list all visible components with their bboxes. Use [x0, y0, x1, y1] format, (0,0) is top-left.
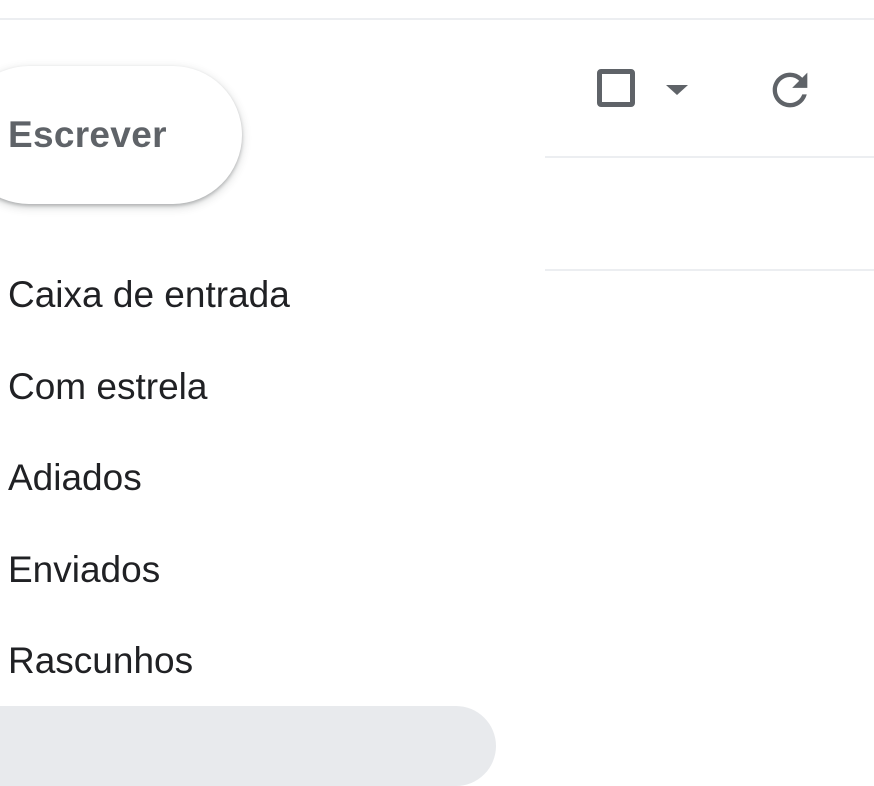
sidebar-item-snoozed[interactable]: Adiados — [8, 448, 142, 508]
compose-label: Escrever — [8, 114, 167, 155]
sidebar-item-label: Rascunhos — [8, 640, 194, 681]
sidebar-item-drafts[interactable]: Rascunhos — [8, 631, 193, 691]
caret-down-icon[interactable] — [666, 85, 688, 95]
toolbar-divider — [545, 156, 874, 158]
sidebar-item-label: Enviados — [8, 549, 161, 590]
sidebar-item-active-highlight[interactable] — [0, 706, 496, 786]
refresh-icon[interactable] — [764, 64, 816, 116]
compose-button[interactable]: Escrever — [0, 66, 242, 204]
tabs-divider — [545, 269, 874, 271]
checkbox-outline-icon[interactable] — [597, 69, 635, 107]
sidebar-item-starred[interactable]: Com estrela — [8, 357, 207, 417]
sidebar-item-inbox[interactable]: Caixa de entrada — [8, 265, 290, 325]
sidebar-item-label: Com estrela — [8, 366, 208, 407]
top-divider — [0, 18, 874, 20]
sidebar-item-label: Adiados — [8, 457, 142, 498]
sidebar-item-sent[interactable]: Enviados — [8, 540, 160, 600]
sidebar-item-label: Caixa de entrada — [8, 274, 290, 315]
